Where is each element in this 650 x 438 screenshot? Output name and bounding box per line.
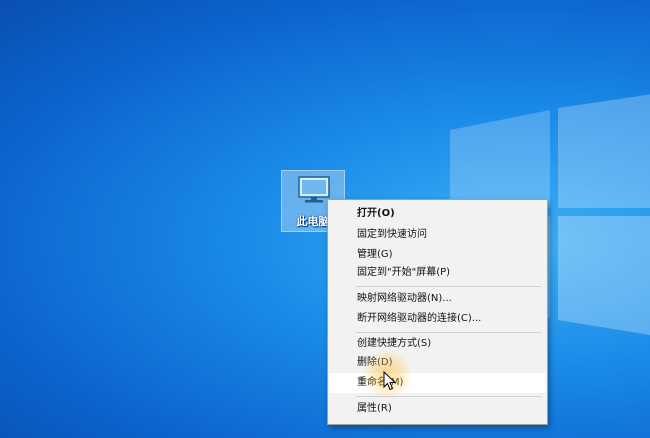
menu-item-pin-to-start[interactable]: 固定到"开始"屏幕(P)	[329, 263, 546, 283]
menu-item-disconnect-network-drive[interactable]: 断开网络驱动器的连接(C)...	[329, 309, 546, 329]
menu-item-manage[interactable]: 管理(G)	[329, 245, 546, 265]
arrow-cursor-icon	[383, 371, 397, 391]
menu-item-pin-quick-access[interactable]: 固定到快速访问	[329, 225, 546, 245]
menu-item-properties[interactable]: 属性(R)	[329, 399, 546, 419]
menu-item-map-network-drive[interactable]: 映射网络驱动器(N)...	[329, 289, 546, 309]
menu-separator	[356, 332, 541, 333]
desktop[interactable]: 此电脑 打开(O) 固定到快速访问 管理(G) 固定到"开始"屏幕(P) 映射网…	[0, 0, 650, 438]
menu-separator	[356, 286, 541, 287]
context-menu: 打开(O) 固定到快速访问 管理(G) 固定到"开始"屏幕(P) 映射网络驱动器…	[327, 199, 548, 425]
menu-item-create-shortcut[interactable]: 创建快捷方式(S)	[329, 334, 546, 354]
menu-item-open[interactable]: 打开(O)	[329, 204, 546, 224]
